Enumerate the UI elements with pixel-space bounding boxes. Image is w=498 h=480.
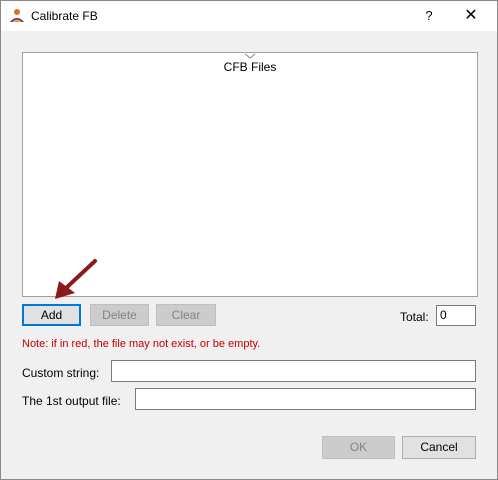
cancel-button[interactable]: Cancel (402, 436, 476, 459)
output-file-input[interactable] (135, 388, 476, 410)
window-title: Calibrate FB (31, 9, 98, 23)
column-header-label: CFB Files (223, 60, 277, 74)
add-button[interactable]: Add (22, 304, 81, 326)
sort-chevron-icon (244, 53, 256, 59)
note-text: Note: if in red, the file may not exist,… (22, 338, 261, 350)
close-button[interactable]: ✕ (457, 5, 485, 27)
output-file-label: The 1st output file: (22, 394, 121, 408)
clear-button[interactable]: Clear (156, 304, 216, 326)
ok-button[interactable]: OK (322, 436, 395, 459)
dialog-window: Calibrate FB ? ✕ CFB Files Add Delete Cl… (0, 0, 498, 480)
red-arrow-icon (55, 259, 97, 299)
title-bar: Calibrate FB ? ✕ (1, 1, 497, 31)
total-count-field[interactable]: 0 (436, 305, 476, 326)
list-column-header[interactable]: CFB Files (23, 53, 477, 75)
custom-string-input[interactable] (111, 360, 476, 382)
total-label: Total: (400, 310, 429, 324)
person-icon (10, 9, 24, 22)
help-button[interactable]: ? (415, 5, 443, 27)
custom-string-label: Custom string: (22, 366, 100, 380)
delete-button[interactable]: Delete (90, 304, 149, 326)
